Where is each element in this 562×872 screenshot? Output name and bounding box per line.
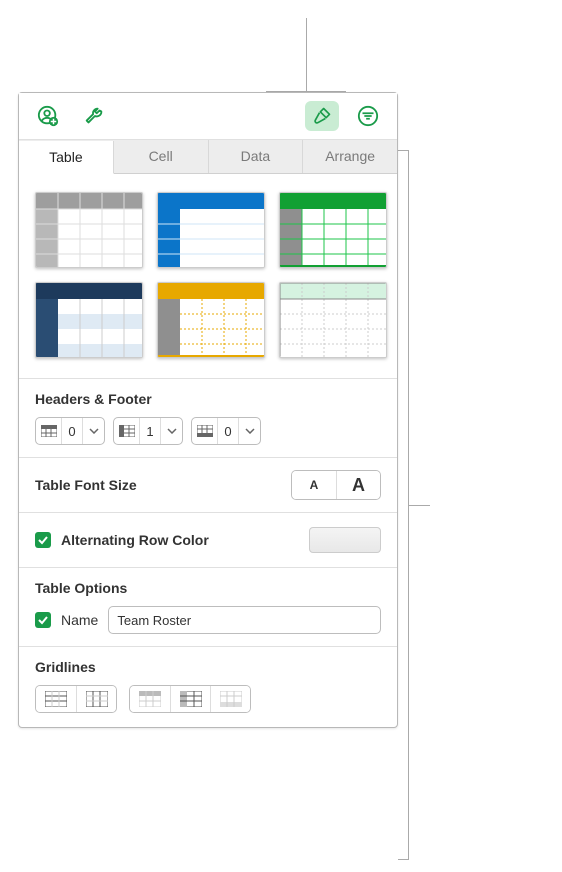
inspector-tabs: Table Cell Data Arrange: [19, 140, 397, 174]
table-name-checkbox[interactable]: [35, 612, 51, 628]
header-rows-stepper[interactable]: 0: [35, 417, 105, 445]
format-inspector-panel: Table Cell Data Arrange: [18, 92, 398, 728]
footer-rows-value: 0: [218, 424, 238, 439]
collaborate-button[interactable]: [31, 101, 65, 131]
gridlines-section: Gridlines: [19, 647, 397, 727]
font-larger-button[interactable]: A: [336, 471, 380, 499]
filter-icon: [357, 105, 379, 127]
sort-filter-button[interactable]: [351, 101, 385, 131]
tab-arrange[interactable]: Arrange: [303, 140, 397, 173]
table-style-blue[interactable]: [157, 192, 265, 268]
check-icon: [37, 534, 49, 546]
alt-row-section: Alternating Row Color: [19, 513, 397, 568]
chevron-down-icon[interactable]: [238, 418, 260, 444]
gridlines-vertical-button[interactable]: [76, 686, 116, 712]
table-name-input[interactable]: [108, 606, 381, 634]
alt-row-checkbox[interactable]: [35, 532, 51, 548]
settings-button[interactable]: [77, 101, 111, 131]
headers-footer-title: Headers & Footer: [35, 391, 381, 407]
check-icon: [37, 614, 49, 626]
font-smaller-button[interactable]: A: [292, 471, 336, 499]
gridlines-title: Gridlines: [35, 659, 381, 675]
alt-row-label: Alternating Row Color: [61, 532, 299, 548]
header-cols-icon: [114, 418, 140, 444]
tab-cell[interactable]: Cell: [114, 140, 209, 173]
table-style-yellow[interactable]: [157, 282, 265, 358]
header-rows-icon: [36, 418, 62, 444]
headers-footer-section: Headers & Footer 0 1: [19, 379, 397, 458]
footer-rows-stepper[interactable]: 0: [191, 417, 261, 445]
footer-rows-icon: [192, 418, 218, 444]
tab-table[interactable]: Table: [19, 141, 114, 174]
format-button[interactable]: [305, 101, 339, 131]
chevron-down-icon[interactable]: [82, 418, 104, 444]
table-name-label: Name: [61, 612, 98, 628]
table-style-mint-outline[interactable]: [279, 282, 387, 358]
table-style-gray[interactable]: [35, 192, 143, 268]
table-options-title: Table Options: [35, 580, 381, 596]
table-options-section: Table Options Name: [19, 568, 397, 647]
tab-data[interactable]: Data: [209, 140, 304, 173]
gridlines-header-group: [129, 685, 251, 713]
gridlines-header-row-button[interactable]: [130, 686, 170, 712]
alt-row-color-well[interactable]: [309, 527, 381, 553]
toolbar: [19, 93, 397, 140]
font-size-label: Table Font Size: [35, 477, 137, 493]
font-size-buttons: A A: [291, 470, 381, 500]
header-rows-value: 0: [62, 424, 82, 439]
gridlines-body-group: [35, 685, 117, 713]
font-size-section: Table Font Size A A: [19, 458, 397, 513]
table-style-navy-striped[interactable]: [35, 282, 143, 358]
gridlines-horizontal-button[interactable]: [36, 686, 76, 712]
gridlines-header-col-button[interactable]: [170, 686, 210, 712]
table-style-green[interactable]: [279, 192, 387, 268]
gridlines-footer-button[interactable]: [210, 686, 250, 712]
header-cols-stepper[interactable]: 1: [113, 417, 183, 445]
paintbrush-icon: [312, 106, 332, 126]
chevron-down-icon[interactable]: [160, 418, 182, 444]
wrench-icon: [83, 105, 105, 127]
person-plus-icon: [37, 105, 59, 127]
table-styles-grid: [19, 174, 397, 379]
header-cols-value: 1: [140, 424, 160, 439]
